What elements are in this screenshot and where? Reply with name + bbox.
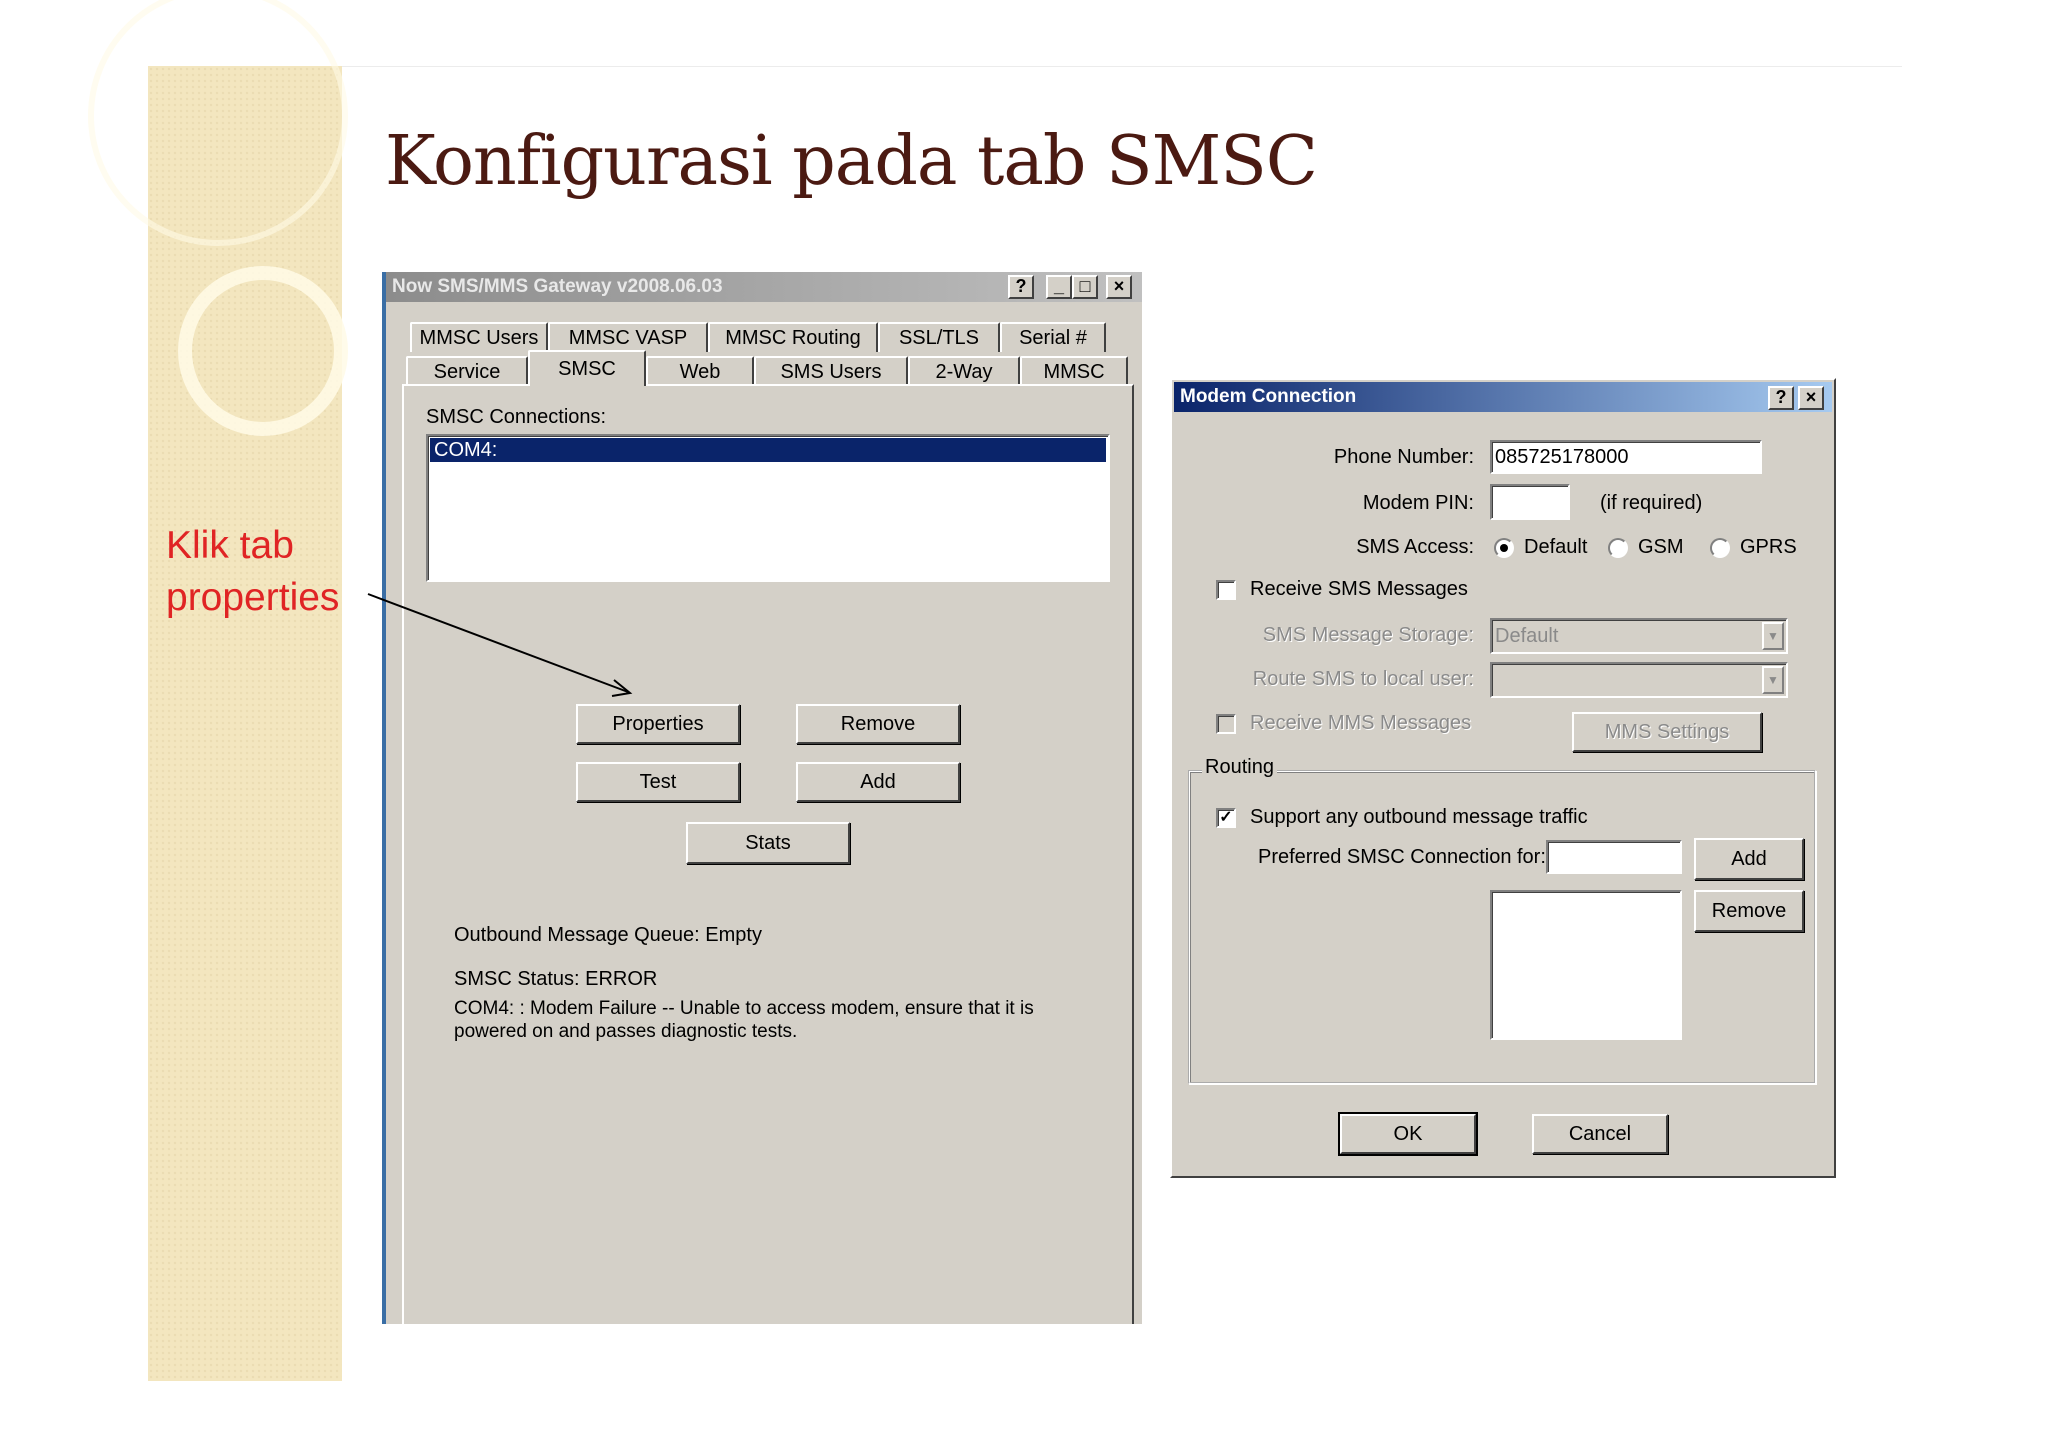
pin-label: Modem PIN: bbox=[1362, 492, 1474, 514]
dialog-title: Modem Connection bbox=[1180, 386, 1357, 407]
phone-label: Phone Number: bbox=[1333, 446, 1474, 468]
modem-pin-field[interactable] bbox=[1490, 484, 1570, 520]
tab-smsc[interactable]: SMSC bbox=[528, 350, 646, 386]
remove-button[interactable]: Remove bbox=[1694, 890, 1804, 932]
access-gsm-radio[interactable] bbox=[1608, 538, 1628, 558]
access-default-radio[interactable] bbox=[1494, 538, 1514, 558]
chevron-down-icon[interactable]: ▼ bbox=[1762, 622, 1784, 650]
sms-access-label: SMS Access: bbox=[1356, 536, 1474, 558]
support-outbound-checkbox[interactable]: ✓ bbox=[1216, 808, 1236, 828]
route-dropdown[interactable]: ▼ bbox=[1490, 662, 1788, 698]
receive-sms-label: Receive SMS Messages bbox=[1250, 578, 1468, 600]
storage-dropdown[interactable]: Default ▼ bbox=[1490, 618, 1788, 654]
chevron-down-icon[interactable]: ▼ bbox=[1762, 666, 1784, 694]
storage-label: SMS Message Storage: bbox=[1262, 624, 1474, 646]
access-gprs-radio[interactable] bbox=[1710, 538, 1730, 558]
preferred-list[interactable] bbox=[1490, 890, 1682, 1040]
mms-settings-button[interactable]: MMS Settings bbox=[1572, 712, 1762, 752]
help-icon[interactable]: ? bbox=[1768, 386, 1794, 410]
access-option-label: GSM bbox=[1638, 536, 1684, 558]
access-option-label: Default bbox=[1524, 536, 1588, 558]
storage-value: Default bbox=[1495, 624, 1559, 647]
cancel-button[interactable]: Cancel bbox=[1532, 1114, 1668, 1154]
modem-dialog: Modem Connection ? × Phone Number: 08572… bbox=[1170, 378, 1836, 1178]
receive-sms-checkbox[interactable] bbox=[1216, 580, 1236, 600]
phone-number-field[interactable]: 085725178000 bbox=[1490, 440, 1762, 474]
route-label: Route SMS to local user: bbox=[1252, 668, 1474, 690]
close-icon[interactable]: × bbox=[1798, 386, 1824, 410]
support-outbound-label: Support any outbound message traffic bbox=[1250, 806, 1588, 828]
access-option-label: GPRS bbox=[1740, 536, 1797, 558]
modem-titlebar[interactable]: Modem Connection bbox=[1174, 382, 1832, 412]
pin-hint: (if required) bbox=[1600, 492, 1703, 514]
preferred-smsc-field[interactable] bbox=[1546, 840, 1682, 874]
routing-label: Routing bbox=[1202, 756, 1277, 779]
add-button[interactable]: Add bbox=[1694, 838, 1804, 880]
preferred-label: Preferred SMSC Connection for: bbox=[1258, 846, 1546, 868]
receive-mms-checkbox[interactable] bbox=[1216, 714, 1236, 734]
receive-mms-label: Receive MMS Messages bbox=[1250, 712, 1472, 734]
ok-button[interactable]: OK bbox=[1338, 1112, 1478, 1156]
